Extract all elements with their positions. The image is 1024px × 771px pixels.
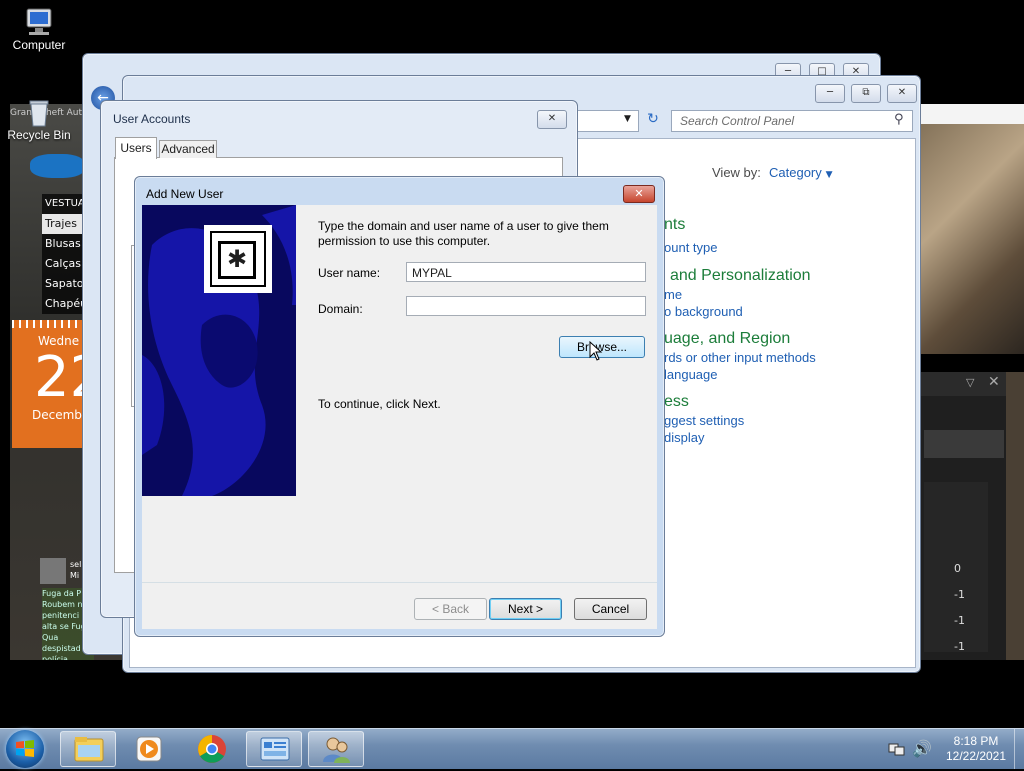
game-logo	[30, 154, 85, 178]
refresh-icon[interactable]: ↻	[643, 111, 663, 131]
taskbar-chrome-button[interactable]	[184, 731, 240, 767]
taskbar-explorer-button[interactable]	[60, 731, 116, 767]
computer-desktop-icon[interactable]: Computer	[7, 6, 71, 52]
category-link[interactable]: rds or other input methods	[664, 350, 816, 365]
domain-input[interactable]	[406, 296, 646, 316]
tab-advanced[interactable]: Advanced	[159, 140, 217, 158]
dark-panel-field	[924, 430, 1004, 458]
close-button[interactable]: ✕	[623, 185, 655, 203]
show-desktop-button[interactable]	[1014, 729, 1024, 769]
category-heading[interactable]: ess	[664, 393, 689, 411]
username-label: User name:	[318, 266, 381, 280]
clock-time: 8:18 PM	[953, 734, 999, 748]
close-button[interactable]: ✕	[537, 110, 567, 129]
calendar-month: Decembe	[32, 408, 90, 422]
address-dropdown-icon[interactable]: ▼	[624, 114, 631, 124]
close-button[interactable]: ✕	[887, 84, 917, 103]
minimize-button[interactable]: ─	[815, 84, 845, 103]
computer-icon	[26, 8, 52, 35]
media-player-icon	[136, 736, 162, 762]
cancel-button[interactable]: Cancel	[574, 598, 647, 620]
close-icon[interactable]: ✕	[988, 374, 1000, 390]
tab-users[interactable]: Users	[115, 137, 157, 159]
chat-user-sub: Mi	[70, 571, 80, 580]
chrome-icon	[198, 735, 226, 763]
panel-value: -1	[954, 614, 965, 627]
continue-text: To continue, click Next.	[318, 397, 441, 411]
view-by-value: Category	[769, 165, 822, 180]
instructions-text: Type the domain and user name of a user …	[318, 219, 609, 248]
dialog-body: ✱ Type the domain and user name of a use…	[142, 205, 657, 629]
computer-label: Computer	[12, 38, 66, 52]
category-link[interactable]: language	[664, 367, 718, 382]
panel-value: -1	[954, 588, 965, 601]
calendar-rings	[12, 320, 87, 328]
recycle-bin-label: Recycle Bin	[7, 128, 71, 142]
restore-button[interactable]: ⧉	[851, 84, 881, 103]
bg-right-titlebar	[920, 104, 1024, 124]
network-icon	[888, 743, 905, 756]
category-link[interactable]: display	[664, 430, 704, 445]
clock[interactable]: 8:18 PM 12/22/2021	[940, 734, 1012, 764]
taskbar-user-accounts-button[interactable]	[308, 731, 364, 767]
domain-label: Domain:	[318, 302, 363, 316]
panel-value: 0	[954, 562, 961, 575]
calendar-day: 22	[34, 348, 87, 408]
taskbar: 🔊 8:18 PM 12/22/2021	[0, 728, 1024, 769]
category-link[interactable]: me	[664, 287, 682, 302]
mouse-cursor-icon	[589, 341, 603, 361]
category-heading[interactable]: nts	[664, 216, 685, 234]
windows-logo-icon	[16, 740, 34, 757]
taskbar-media-player-button[interactable]	[122, 731, 178, 767]
view-by-dropdown[interactable]: Category ▼	[769, 165, 833, 180]
chat-user: sel	[70, 560, 82, 569]
recycle-bin-icon	[29, 100, 49, 127]
background-right-window[interactable]	[920, 104, 1024, 354]
view-by-label: View by:	[712, 165, 761, 180]
footer-divider	[142, 582, 657, 583]
bg-right-strip	[1006, 372, 1024, 660]
category-link[interactable]: o background	[664, 304, 743, 319]
search-icon[interactable]: ⚲	[894, 112, 904, 127]
category-link[interactable]: ount type	[664, 240, 718, 255]
chevron-down-icon: ▼	[825, 170, 833, 180]
search-placeholder: Search Control Panel	[680, 114, 795, 128]
calendar-day-name: Wedne	[38, 334, 80, 348]
back-button[interactable]: < Back	[414, 598, 487, 620]
search-input[interactable]: Search Control Panel ⚲	[671, 110, 913, 132]
clock-date: 12/22/2021	[945, 749, 1007, 763]
dropdown-icon[interactable]: ▽	[966, 376, 974, 389]
window-title: User Accounts	[113, 112, 191, 126]
keyboard-logo-key: ✱	[218, 241, 256, 279]
panel-value: -1	[954, 640, 965, 653]
users-icon	[323, 737, 350, 763]
volume-tray-icon[interactable]: 🔊	[912, 739, 932, 758]
chat-avatar	[40, 558, 66, 584]
keyboard-logo-inner: ✱	[210, 231, 266, 287]
wizard-graphic: ✱	[142, 205, 296, 496]
folder-icon	[74, 737, 104, 762]
start-button[interactable]	[6, 730, 44, 768]
calendar-widget: Wedne 22 Decembe	[12, 320, 90, 448]
recycle-bin-desktop-icon[interactable]: Recycle Bin	[7, 96, 71, 142]
category-heading[interactable]: and Personalization	[670, 267, 811, 285]
keyboard-logo-icon: ✱	[204, 225, 272, 293]
username-input[interactable]: MYPAL	[406, 262, 646, 282]
dialog-title: Add New User	[146, 187, 224, 201]
category-link[interactable]: ggest settings	[664, 413, 744, 428]
add-new-user-dialog[interactable]: Add New User ✕ ✱ Type the domain and use…	[134, 176, 665, 637]
category-heading[interactable]: uage, and Region	[664, 330, 790, 348]
control-panel-icon	[260, 737, 290, 761]
next-button[interactable]: Next >	[489, 598, 562, 620]
taskbar-control-panel-button[interactable]	[246, 731, 302, 767]
network-tray-icon[interactable]	[888, 741, 906, 757]
